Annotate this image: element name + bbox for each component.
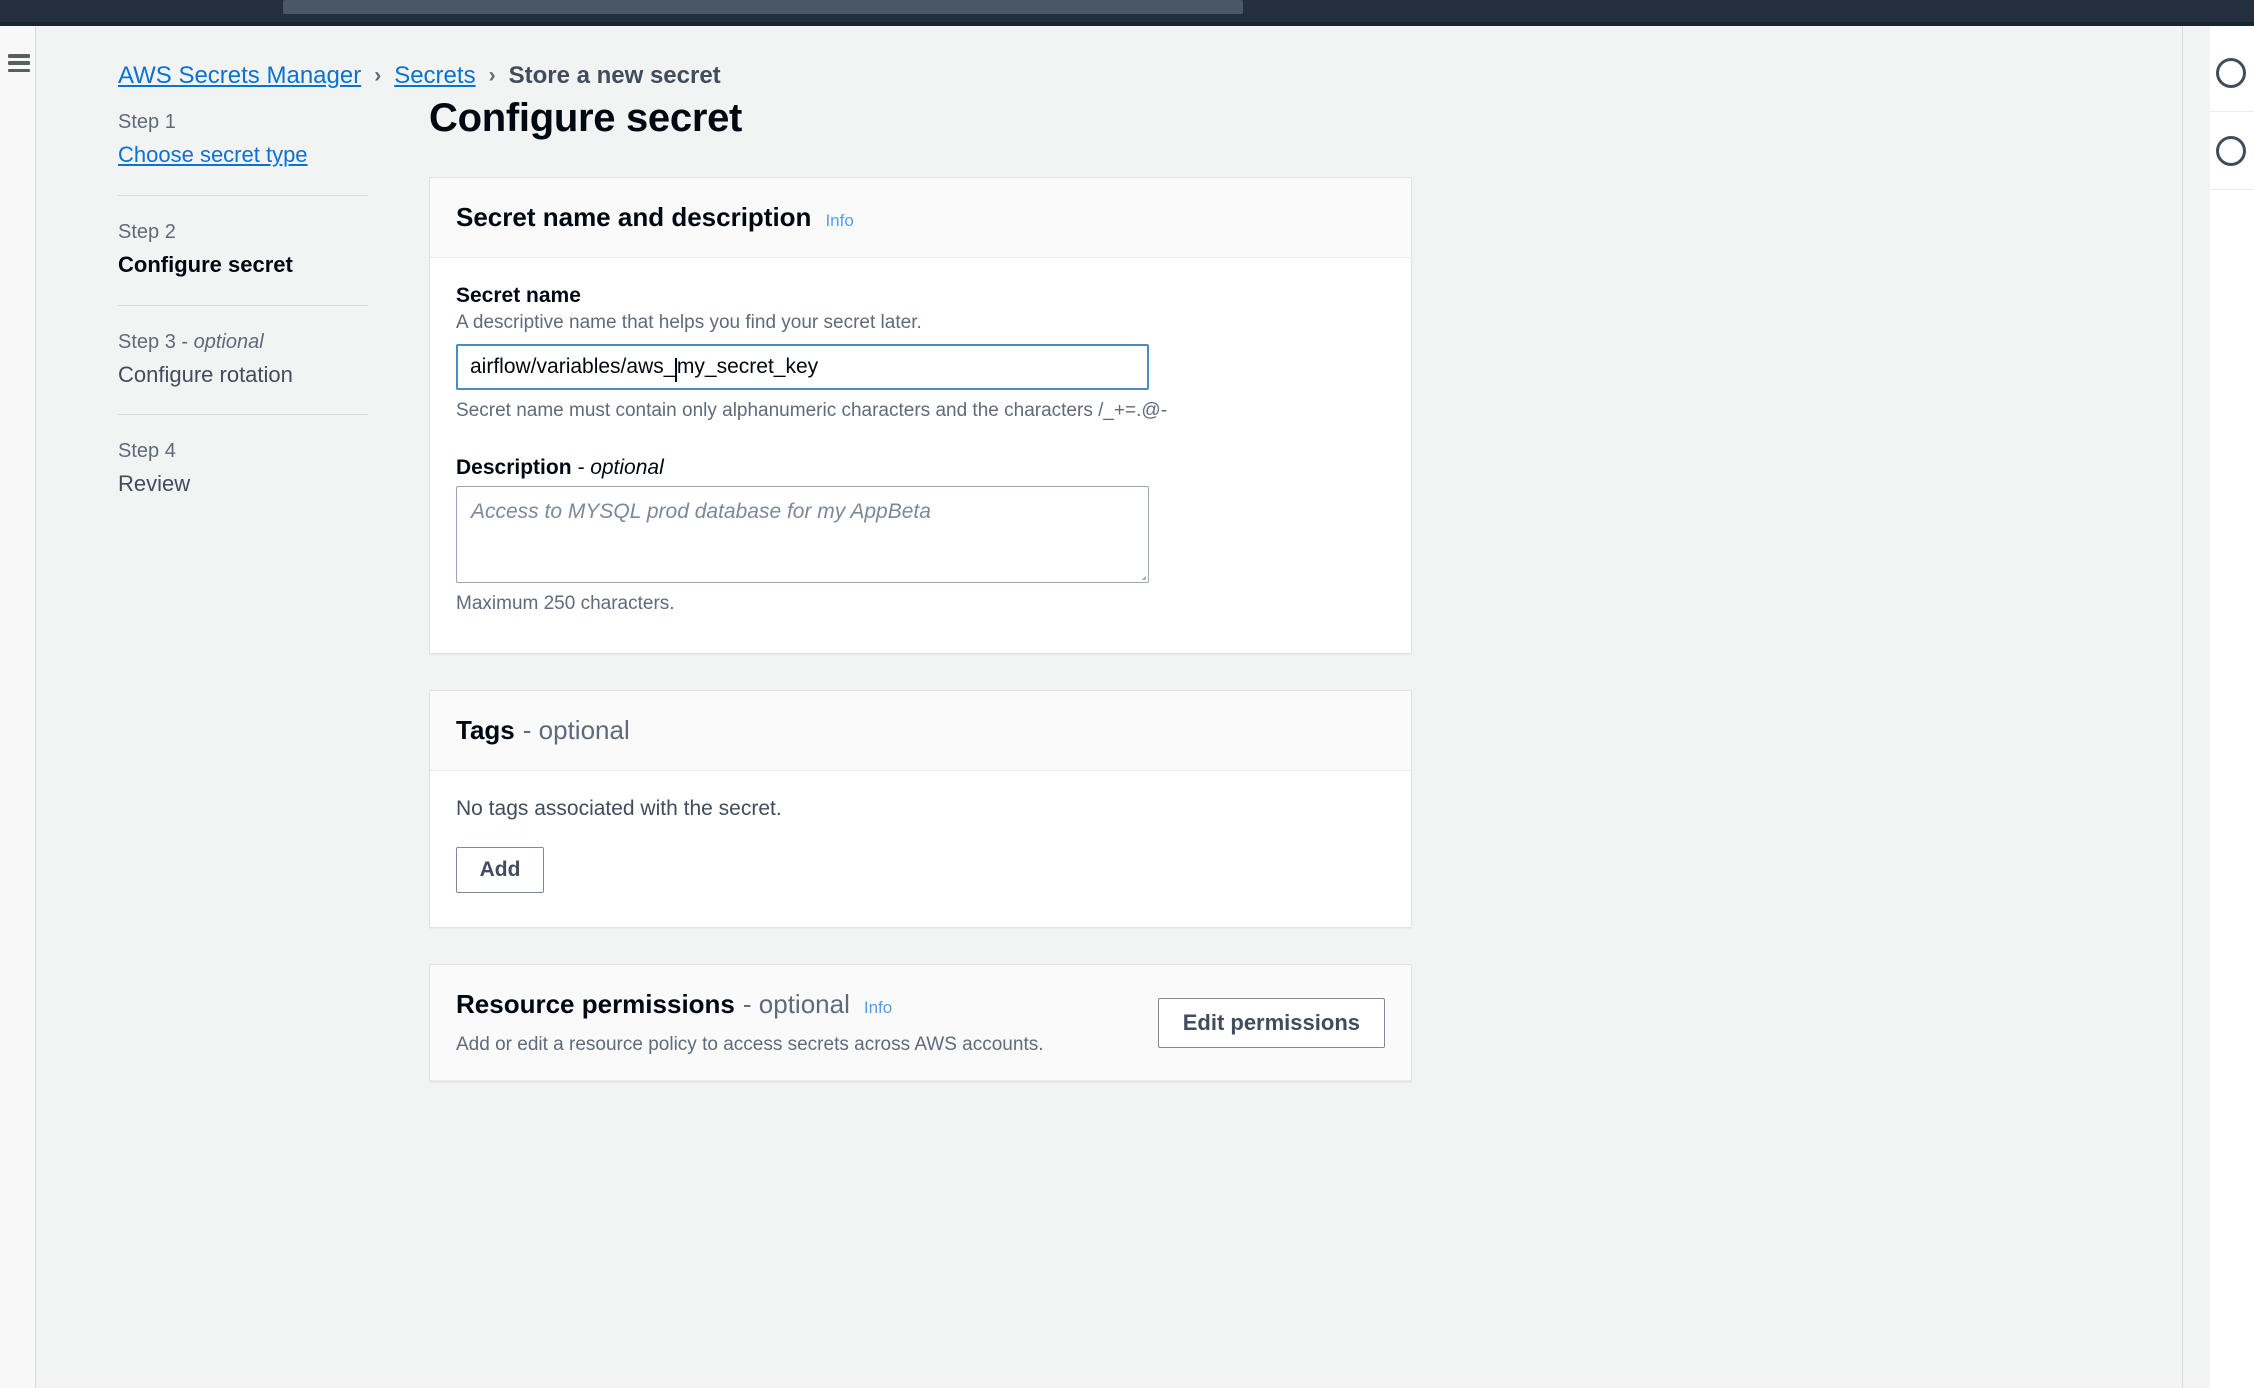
global-search-input[interactable] — [283, 0, 1243, 14]
secret-name-label: Secret name — [456, 284, 581, 307]
rail-button-second[interactable] — [2210, 112, 2254, 190]
breadcrumb: AWS Secrets Manager › Secrets › Store a … — [118, 62, 721, 90]
main-content: Configure secret Secret name and descrip… — [429, 96, 2079, 1118]
wizard-step-3: Step 3 - optional Configure rotation — [118, 328, 368, 391]
description-optional-text: - optional — [577, 456, 664, 479]
section-title: Secret name and description — [456, 202, 812, 232]
sidebar-item-configure-rotation: Configure rotation — [118, 361, 293, 387]
text-caret — [675, 358, 677, 382]
description-label: Description - optional — [456, 456, 1385, 480]
card-body: No tags associated with the secret. Add — [430, 771, 1411, 927]
secret-name-value-after-caret: my_secret_key — [676, 355, 819, 378]
resize-handle-icon[interactable] — [1132, 566, 1146, 580]
card-header: Tags - optional — [430, 691, 1411, 771]
secret-name-input[interactable]: airflow/variables/aws_ my_secret_key — [456, 344, 1149, 390]
circle-icon — [2216, 57, 2246, 88]
step-number: Step 3 - optional — [118, 328, 368, 357]
add-tag-button[interactable]: Add — [456, 847, 544, 893]
wizard-steps-nav: Step 1 Choose secret type Step 2 Configu… — [118, 108, 368, 500]
card-body: Secret name A descriptive name that help… — [430, 258, 1411, 653]
step-divider — [118, 414, 368, 416]
circle-icon — [2216, 135, 2246, 166]
page-title: Configure secret — [429, 96, 743, 140]
step-number: Step 4 — [118, 440, 176, 463]
section-title-optional: - optional — [522, 715, 630, 745]
secret-name-description: A descriptive name that helps you find y… — [456, 312, 922, 333]
description-label-text: Description — [456, 456, 572, 479]
card-title-line: Secret name and description Info — [456, 202, 854, 233]
card-header-left: Resource permissions - optional Info Add… — [456, 989, 1044, 1056]
edit-permissions-button[interactable]: Edit permissions — [1157, 997, 1385, 1048]
info-link[interactable]: Info — [825, 211, 853, 231]
wizard-step-2: Step 2 Configure secret — [118, 218, 368, 281]
aws-console-page: AWS Secrets Manager › Secrets › Store a … — [0, 0, 2254, 1388]
step-divider — [118, 194, 368, 196]
card-title-line: Resource permissions - optional Info — [456, 989, 1044, 1020]
wizard-step-4: Step 4 Review — [118, 437, 368, 500]
console-topbar — [0, 0, 2254, 22]
secret-name-value-before-caret: airflow/variables/aws_ — [470, 355, 676, 378]
wizard-step-1: Step 1 Choose secret type — [118, 108, 368, 171]
section-title: Tags — [456, 715, 515, 745]
card-header-left: Tags - optional — [456, 715, 630, 746]
card-header-left: Secret name and description Info — [456, 202, 854, 233]
section-title-optional: - optional — [742, 989, 850, 1019]
breadcrumb-item-aws-secrets-manager[interactable]: AWS Secrets Manager — [118, 62, 361, 90]
breadcrumb-item-current: Store a new secret — [508, 62, 721, 89]
card-header: Resource permissions - optional Info Add… — [430, 965, 1411, 1081]
sidebar-item-review: Review — [118, 471, 191, 497]
description-placeholder: Access to MYSQL prod database for my App… — [471, 500, 931, 523]
resource-permissions-card: Resource permissions - optional Info Add… — [429, 964, 1412, 1082]
right-rail-panel — [2210, 26, 2254, 1388]
page-content: AWS Secrets Manager › Secrets › Store a … — [37, 26, 2182, 1388]
hamburger-icon[interactable] — [8, 54, 30, 72]
sidebar-item-choose-secret-type[interactable]: Choose secret type — [118, 140, 368, 171]
hamburger-bar — [8, 54, 30, 58]
description-field-group: Description - optional Access to MYSQL p… — [456, 456, 1385, 615]
secret-name-field-group: Secret name A descriptive name that help… — [456, 284, 1385, 422]
left-rail — [0, 26, 36, 1388]
step-number: Step 1 — [118, 111, 176, 133]
card-title-line: Tags - optional — [456, 715, 630, 746]
right-rail — [2182, 26, 2254, 1388]
section-title: Resource permissions — [456, 989, 735, 1019]
info-link[interactable]: Info — [864, 998, 892, 1018]
hamburger-bar — [8, 68, 30, 72]
description-textarea[interactable]: Access to MYSQL prod database for my App… — [456, 486, 1149, 583]
step-divider — [118, 304, 368, 306]
secret-name-description-card: Secret name and description Info Secret … — [429, 177, 1412, 654]
step-number: Step 2 — [118, 220, 176, 243]
tags-empty-text: No tags associated with the secret. — [456, 797, 782, 820]
topbar-underline — [0, 22, 2254, 26]
resource-permissions-subtitle: Add or edit a resource policy to access … — [456, 1034, 1044, 1055]
sidebar-item-configure-secret: Configure secret — [118, 251, 293, 277]
hamburger-bar — [8, 61, 30, 65]
breadcrumb-item-secrets[interactable]: Secrets — [394, 62, 475, 90]
description-constraint: Maximum 250 characters. — [456, 593, 675, 614]
rail-button-top[interactable] — [2210, 34, 2254, 112]
secret-name-constraint: Secret name must contain only alphanumer… — [456, 400, 1168, 421]
card-header: Secret name and description Info — [430, 178, 1411, 258]
step-number-text: Step 3 - — [118, 330, 194, 353]
breadcrumb-separator-icon: › — [488, 64, 496, 87]
breadcrumb-separator-icon: › — [374, 64, 382, 87]
step-optional-text: optional — [193, 330, 264, 353]
tags-card: Tags - optional No tags associated with … — [429, 690, 1412, 928]
